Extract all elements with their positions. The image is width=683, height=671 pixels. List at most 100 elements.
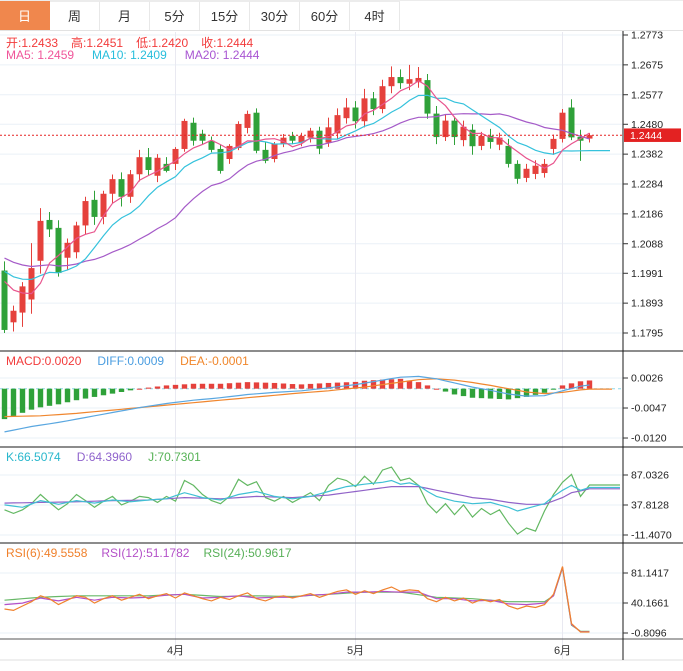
candle-body[interactable] (478, 135, 485, 146)
candle-body[interactable] (82, 201, 89, 226)
macd-bar[interactable] (316, 383, 323, 389)
candle-body[interactable] (550, 138, 557, 149)
macd-bar[interactable] (433, 388, 440, 390)
x-axis-labels: 4月 5月 6月 (167, 645, 571, 657)
candle-body[interactable] (523, 168, 530, 178)
tab-30min[interactable]: 30分 (250, 1, 300, 30)
macd-bar[interactable] (550, 388, 557, 390)
macd-bar[interactable] (424, 385, 431, 389)
tab-week[interactable]: 周 (50, 1, 100, 30)
macd-bar[interactable] (37, 388, 44, 408)
macd-bar[interactable] (262, 382, 269, 389)
tab-month[interactable]: 月 (100, 1, 150, 30)
macd-bar[interactable] (577, 381, 584, 389)
macd-bar[interactable] (226, 383, 233, 389)
macd-bar[interactable] (478, 388, 485, 399)
candle-body[interactable] (109, 179, 116, 194)
macd-bar[interactable] (64, 388, 71, 403)
candle-body[interactable] (361, 98, 368, 122)
macd-bar[interactable] (217, 383, 224, 389)
macd-bar[interactable] (46, 388, 53, 406)
macd-bar[interactable] (235, 382, 242, 389)
macd-bar[interactable] (496, 388, 503, 399)
macd-bar[interactable] (109, 388, 116, 394)
macd-bar[interactable] (19, 388, 26, 413)
macd-bar[interactable] (55, 388, 62, 405)
macd-bar[interactable] (334, 382, 341, 389)
macd-bar[interactable] (10, 388, 17, 416)
macd-bar[interactable] (460, 388, 467, 397)
candle-body[interactable] (307, 130, 314, 138)
candle-body[interactable] (343, 107, 350, 119)
candle-body[interactable] (289, 135, 296, 141)
candle-body[interactable] (505, 145, 512, 164)
macd-bar[interactable] (127, 388, 134, 391)
candle-body[interactable] (388, 77, 395, 87)
candle-body[interactable] (28, 268, 35, 300)
tab-5min[interactable]: 5分 (150, 1, 200, 30)
macd-bar[interactable] (253, 382, 260, 389)
macd-bar[interactable] (199, 383, 206, 389)
tab-15min[interactable]: 15分 (200, 1, 250, 30)
macd-bar[interactable] (208, 383, 215, 389)
macd-bar[interactable] (100, 388, 107, 396)
macd-bar[interactable] (244, 382, 251, 389)
chart-canvas[interactable]: 1.2444 1.2773 1.2675 1.2577 1.2480 1.2382 1.22… (0, 1, 683, 671)
candle-body[interactable] (451, 120, 458, 138)
candle-body[interactable] (19, 286, 26, 313)
candle-body[interactable] (136, 157, 143, 175)
macd-bar[interactable] (190, 383, 197, 389)
macd-bar[interactable] (172, 384, 179, 389)
macd-bar[interactable] (91, 388, 98, 397)
candle-body[interactable] (37, 220, 44, 261)
candle-body[interactable] (370, 98, 377, 110)
candle-body[interactable] (316, 130, 323, 149)
candle-body[interactable] (208, 140, 215, 150)
candle-body[interactable] (118, 179, 125, 197)
macd-bar[interactable] (271, 382, 278, 389)
candle-body[interactable] (1, 270, 8, 330)
tab-4hour[interactable]: 4时 (350, 1, 400, 30)
candle-body[interactable] (190, 122, 197, 141)
candle-body[interactable] (91, 199, 98, 217)
macd-bar[interactable] (289, 384, 296, 389)
candle-body[interactable] (397, 77, 404, 84)
macd-bar[interactable] (145, 387, 152, 389)
macd-bar[interactable] (82, 388, 89, 399)
macd-bar[interactable] (280, 383, 287, 389)
macd-bar[interactable] (1, 388, 8, 420)
candle-body[interactable] (514, 163, 521, 179)
macd-bar[interactable] (28, 388, 35, 410)
macd-bar[interactable] (181, 384, 188, 389)
macd-bar[interactable] (532, 388, 539, 395)
tab-day[interactable]: 日 (0, 1, 50, 30)
macd-bar[interactable] (298, 384, 305, 389)
axis-tick-label: 1.2382 (631, 149, 663, 161)
macd-bar[interactable] (415, 382, 422, 389)
macd-bar[interactable] (586, 380, 593, 389)
candle-body[interactable] (406, 79, 413, 84)
macd-bar[interactable] (559, 385, 566, 389)
macd-bar[interactable] (451, 388, 458, 395)
macd-bar[interactable] (541, 388, 548, 393)
macd-bar[interactable] (118, 388, 125, 392)
macd-bar[interactable] (136, 388, 143, 390)
candle-body[interactable] (532, 165, 539, 174)
candle-body[interactable] (10, 310, 17, 323)
macd-bar[interactable] (469, 388, 476, 398)
candle-body[interactable] (145, 157, 152, 170)
candle-body[interactable] (352, 107, 359, 122)
candle-body[interactable] (253, 112, 260, 151)
candle-body[interactable] (442, 120, 449, 138)
rsi12-line (4, 567, 590, 633)
macd-bar[interactable] (442, 388, 449, 392)
macd-bar[interactable] (397, 378, 404, 389)
macd-bar[interactable] (154, 386, 161, 389)
macd-bar[interactable] (73, 388, 80, 401)
macd-bar[interactable] (307, 383, 314, 389)
candle-body[interactable] (244, 113, 251, 128)
macd-bar[interactable] (163, 385, 170, 389)
candle-body[interactable] (46, 219, 53, 230)
candle-body[interactable] (154, 157, 161, 176)
tab-60min[interactable]: 60分 (300, 1, 350, 30)
